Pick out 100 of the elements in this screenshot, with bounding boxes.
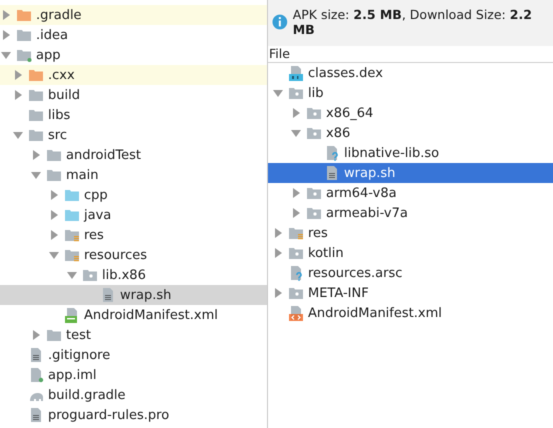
folder-icon [28,107,44,123]
tree-item-label: lib.x86 [102,268,146,282]
tree-row[interactable]: app.iml [0,365,267,385]
collapsed-arrow-icon[interactable] [30,149,42,161]
tree-row[interactable]: .gitignore [0,345,267,365]
tree-item-label: resources.arsc [308,266,402,280]
expanded-arrow-icon[interactable] [48,249,60,261]
tree-row[interactable]: test [0,325,267,345]
module-file-icon [28,367,44,383]
tree-row[interactable]: app [0,45,267,65]
tree-row[interactable]: java [0,205,267,225]
folder-icon [28,87,44,103]
tree-row[interactable]: AndroidManifest.xml [0,305,267,325]
tree-row[interactable]: cpp [0,185,267,205]
tree-item-label: androidTest [66,148,141,162]
tree-row[interactable]: src [0,125,267,145]
file-column-header[interactable]: File [268,46,553,63]
tree-item-label: AndroidManifest.xml [308,306,442,320]
tree-row[interactable]: .gradle [0,5,267,25]
tree-item-label: libnative-lib.so [344,146,440,160]
expanded-arrow-icon[interactable] [0,49,12,61]
tree-item-label: x86 [326,126,350,140]
tree-row[interactable]: build.gradle [0,385,267,405]
tree-row[interactable]: kotlin [268,243,553,263]
collapsed-arrow-icon[interactable] [290,207,302,219]
tree-row[interactable]: lib.x86 [0,265,267,285]
package-folder-icon [306,185,322,201]
tree-item-label: armeabi-v7a [326,206,408,220]
tree-row[interactable]: wrap.sh [268,163,553,183]
tree-row[interactable]: wrap.sh [0,285,267,305]
tree-row[interactable]: res [268,223,553,243]
collapsed-arrow-icon[interactable] [272,227,284,239]
folder-icon [46,327,62,343]
tree-row[interactable]: resources.arsc [268,263,553,283]
tree-item-label: .gradle [36,8,82,22]
tree-item-label: cpp [84,188,108,202]
collapsed-arrow-icon[interactable] [48,229,60,241]
folder-icon [28,67,44,83]
tree-row[interactable]: resources [0,245,267,265]
tree-row[interactable]: x86 [268,123,553,143]
tree-row[interactable]: libnative-lib.so [268,143,553,163]
tree-row[interactable]: armeabi-v7a [268,203,553,223]
tree-row[interactable]: main [0,165,267,185]
expanded-arrow-icon[interactable] [290,127,302,139]
collapsed-arrow-icon[interactable] [48,189,60,201]
tree-row[interactable]: proguard-rules.pro [0,405,267,425]
package-folder-icon [82,267,98,283]
text-file-icon [100,287,116,303]
tree-item-label: res [308,226,328,240]
tree-item-label: src [48,128,67,142]
folder-icon [16,27,32,43]
collapsed-arrow-icon[interactable] [290,187,302,199]
collapsed-arrow-icon[interactable] [12,89,24,101]
tree-item-label: build.gradle [48,388,126,402]
tree-item-label: build [48,88,80,102]
tree-row[interactable]: AndroidManifest.xml [268,303,553,323]
tree-item-label: libs [48,108,70,122]
tree-row[interactable]: lib [268,83,553,103]
collapsed-arrow-icon[interactable] [12,69,24,81]
expanded-arrow-icon[interactable] [30,169,42,181]
tree-row[interactable]: arm64-v8a [268,183,553,203]
text-file-icon [28,347,44,363]
expanded-arrow-icon[interactable] [272,87,284,99]
collapsed-arrow-icon[interactable] [30,329,42,341]
tree-row[interactable]: .cxx [0,65,267,85]
tree-row[interactable]: androidTest [0,145,267,165]
collapsed-arrow-icon[interactable] [48,209,60,221]
expanded-arrow-icon[interactable] [66,269,78,281]
collapsed-arrow-icon[interactable] [0,29,12,41]
collapsed-arrow-icon[interactable] [272,247,284,259]
collapsed-arrow-icon[interactable] [0,9,12,21]
tree-row[interactable]: x86_64 [268,103,553,123]
manifest-file-icon [64,307,80,323]
folder-icon [64,187,80,203]
tree-item-label: wrap.sh [344,166,396,180]
xml-file-icon [288,305,304,321]
tree-row[interactable]: res [0,225,267,245]
tree-row[interactable]: META-INF [268,283,553,303]
tree-item-label: test [66,328,91,342]
tree-item-label: .cxx [48,68,75,82]
expanded-arrow-icon[interactable] [12,129,24,141]
tree-item-label: AndroidManifest.xml [84,308,218,322]
folder-icon [16,7,32,23]
tree-row[interactable]: libs [0,105,267,125]
tree-item-label: arm64-v8a [326,186,397,200]
tree-item-label: java [84,208,112,222]
tree-row[interactable]: classes.dex [268,63,553,83]
tree-row[interactable]: build [0,85,267,105]
collapsed-arrow-icon[interactable] [290,107,302,119]
resource-folder-icon [64,247,80,263]
text-file-icon [28,407,44,423]
package-folder-icon [288,285,304,301]
tree-item-label: app [36,48,60,62]
unknown-file-icon [324,145,340,161]
package-folder-icon [288,85,304,101]
tree-item-label: kotlin [308,246,344,260]
tree-row[interactable]: .idea [0,25,267,45]
tree-item-label: resources [84,248,148,262]
tree-item-label: META-INF [308,286,369,300]
collapsed-arrow-icon[interactable] [272,287,284,299]
